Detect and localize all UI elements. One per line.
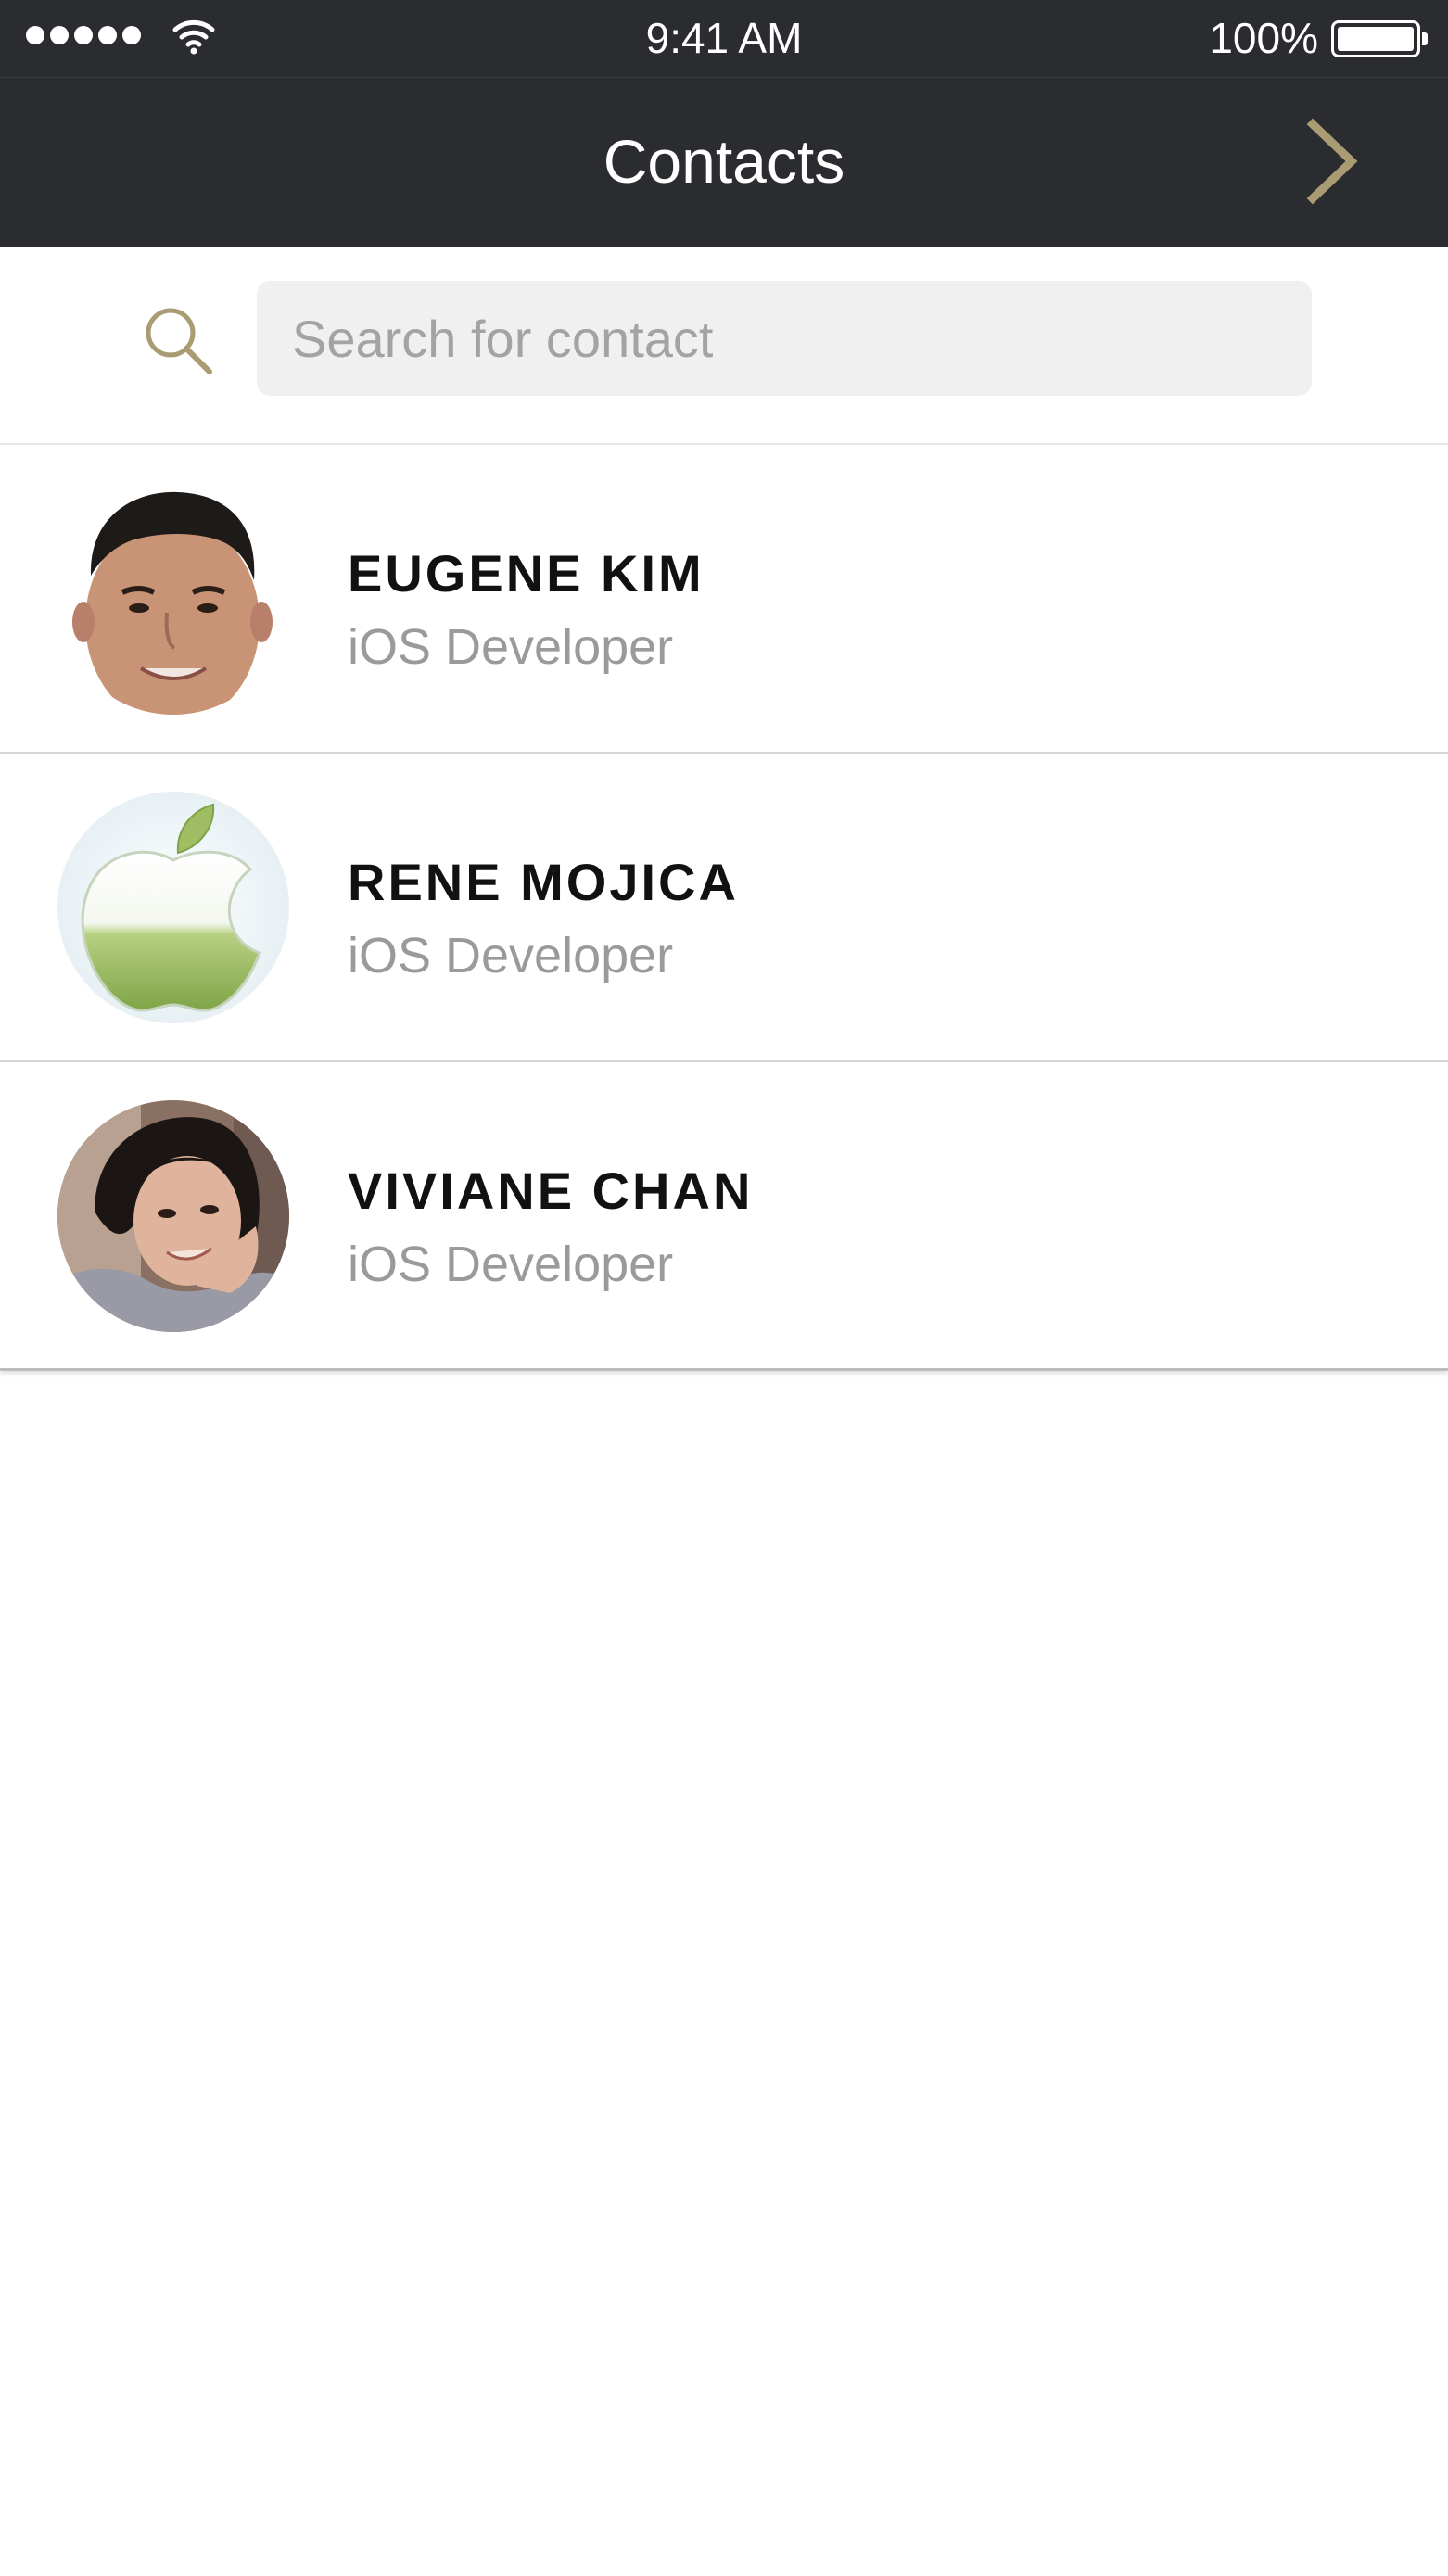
contact-list: EUGENE KIM iOS Developer RENE MOJICA iOS… — [0, 445, 1448, 1371]
contact-row-eugene-kim[interactable]: EUGENE KIM iOS Developer — [0, 445, 1448, 754]
contact-role: iOS Developer — [348, 928, 674, 983]
contact-name: VIVIANE CHAN — [348, 1161, 754, 1220]
navigation-bar: Contacts — [0, 77, 1448, 247]
chevron-right-icon[interactable] — [1300, 115, 1365, 208]
avatar — [57, 483, 289, 715]
contact-role: iOS Developer — [348, 619, 674, 675]
search-input[interactable] — [257, 281, 1312, 396]
contact-name: RENE MOJICA — [348, 853, 739, 911]
battery-percent: 100% — [1209, 14, 1318, 62]
page-title: Contacts — [603, 127, 845, 196]
search-icon — [146, 308, 212, 374]
status-bar: 9:41 AM 100% — [0, 0, 1448, 77]
avatar — [57, 792, 289, 1023]
avatar — [57, 1100, 289, 1332]
battery-full-icon — [1331, 20, 1428, 57]
contact-role: iOS Developer — [348, 1237, 674, 1292]
search-bar — [0, 247, 1448, 445]
contact-name: EUGENE KIM — [348, 544, 705, 603]
contact-row-rene-mojica[interactable]: RENE MOJICA iOS Developer — [0, 754, 1448, 1062]
contact-row-viviane-chan[interactable]: VIVIANE CHAN iOS Developer — [0, 1062, 1448, 1371]
